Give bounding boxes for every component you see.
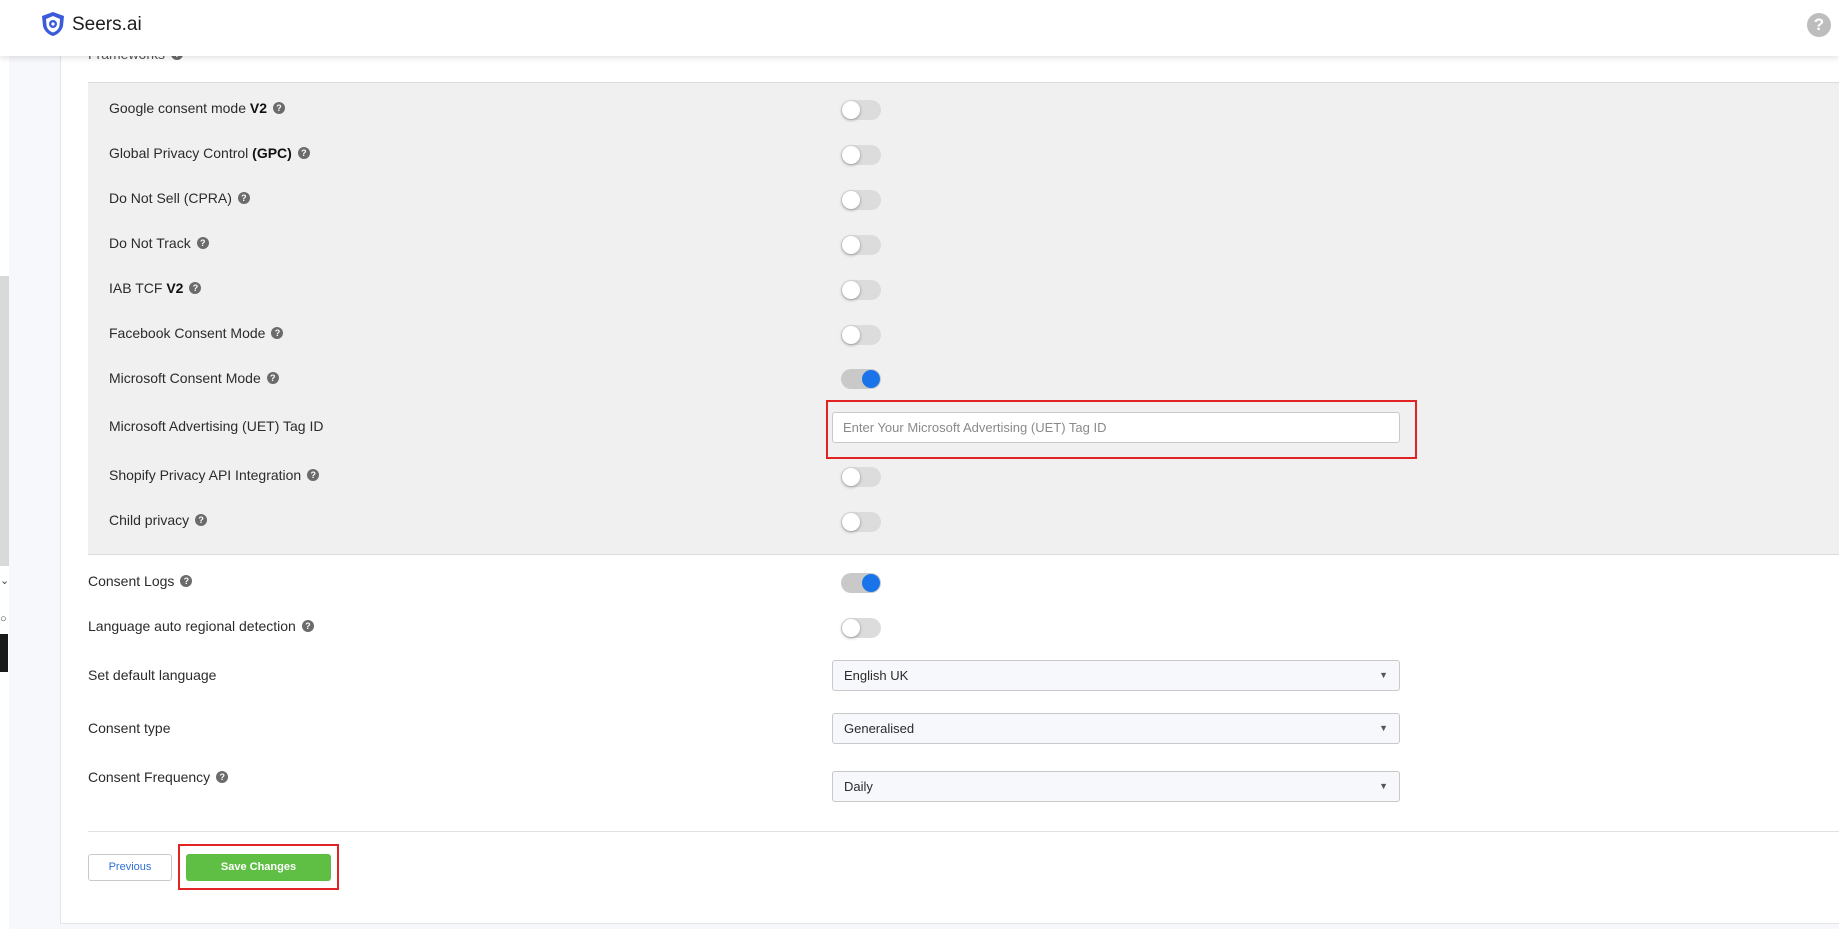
toggle-facebook-consent-mode[interactable] — [841, 325, 881, 345]
toggle-do-not-track[interactable] — [841, 235, 881, 255]
consent-type-select[interactable]: Generalised ▼ — [832, 713, 1400, 744]
top-header: Seers.ai ? — [0, 0, 1839, 56]
help-icon[interactable]: ? — [189, 282, 202, 295]
toggle-shopify-privacy[interactable] — [841, 467, 881, 487]
framework-label-shopify-privacy: Shopify Privacy API Integration? — [109, 466, 320, 484]
framework-label-google-consent-mode: Google consent mode V2? — [109, 99, 285, 117]
default-language-label: Set default language — [88, 667, 217, 683]
toggle-do-not-sell[interactable] — [841, 190, 881, 210]
framework-label-iab-tcf: IAB TCF V2? — [109, 279, 202, 297]
consent-type-label: Consent type — [88, 720, 171, 736]
toggle-google-consent-mode[interactable] — [841, 100, 881, 120]
caret-down-icon: ▼ — [1379, 670, 1388, 680]
language-detection-label: Language auto regional detection? — [88, 617, 314, 635]
help-icon[interactable]: ? — [1807, 13, 1831, 37]
highlight-uet-input — [826, 400, 1417, 459]
toggle-gpc[interactable] — [841, 145, 881, 165]
toggle-iab-tcf[interactable] — [841, 280, 881, 300]
toggle-language-detection[interactable] — [841, 618, 881, 638]
help-icon[interactable]: ? — [237, 192, 250, 205]
help-icon[interactable]: ? — [195, 514, 208, 527]
app-title: Seers.ai — [72, 14, 142, 35]
framework-label-microsoft-consent-mode: Microsoft Consent Mode? — [109, 369, 279, 387]
caret-down-icon: ▼ — [1379, 723, 1388, 733]
help-icon[interactable]: ? — [196, 237, 209, 250]
help-icon[interactable]: ? — [216, 771, 229, 784]
previous-button[interactable]: Previous — [88, 854, 172, 881]
consent-type-value: Generalised — [844, 721, 915, 736]
toggle-child-privacy[interactable] — [841, 512, 881, 532]
consent-frequency-value: Daily — [844, 779, 873, 794]
frameworks-panel — [88, 82, 1839, 555]
framework-label-do-not-track: Do Not Track? — [109, 234, 209, 252]
circle-icon[interactable]: ○ — [0, 614, 7, 625]
help-icon[interactable]: ? — [307, 469, 320, 482]
help-icon[interactable]: ? — [297, 147, 310, 160]
seers-shield-logo-icon — [42, 12, 64, 36]
caret-down-icon: ▼ — [1379, 781, 1388, 791]
divider — [88, 831, 1839, 832]
help-icon[interactable]: ? — [266, 372, 279, 385]
consent-frequency-select[interactable]: Daily ▼ — [832, 771, 1400, 802]
chevron-down-icon[interactable]: ⌄ — [0, 576, 9, 587]
consent-frequency-label: Consent Frequency? — [88, 768, 229, 786]
help-icon[interactable]: ? — [180, 575, 193, 588]
highlight-save-button — [178, 844, 339, 890]
toggle-microsoft-consent-mode[interactable] — [841, 369, 881, 389]
help-icon[interactable]: ? — [301, 620, 314, 633]
uet-tag-label: Microsoft Advertising (UET) Tag ID — [109, 418, 324, 434]
framework-label-child-privacy: Child privacy? — [109, 511, 208, 529]
default-language-select[interactable]: English UK ▼ — [832, 660, 1400, 691]
framework-label-facebook-consent-mode: Facebook Consent Mode? — [109, 324, 284, 342]
help-icon[interactable]: ? — [273, 102, 285, 115]
toggle-consent-logs[interactable] — [841, 573, 881, 593]
framework-label-gpc: Global Privacy Control (GPC)? — [109, 144, 310, 162]
sidebar-dark-block — [0, 634, 8, 672]
consent-logs-label: Consent Logs? — [88, 572, 193, 590]
framework-label-do-not-sell: Do Not Sell (CPRA)? — [109, 189, 250, 207]
sidebar-scrollbar[interactable] — [0, 276, 9, 566]
help-icon[interactable]: ? — [271, 327, 284, 340]
default-language-value: English UK — [844, 668, 909, 683]
